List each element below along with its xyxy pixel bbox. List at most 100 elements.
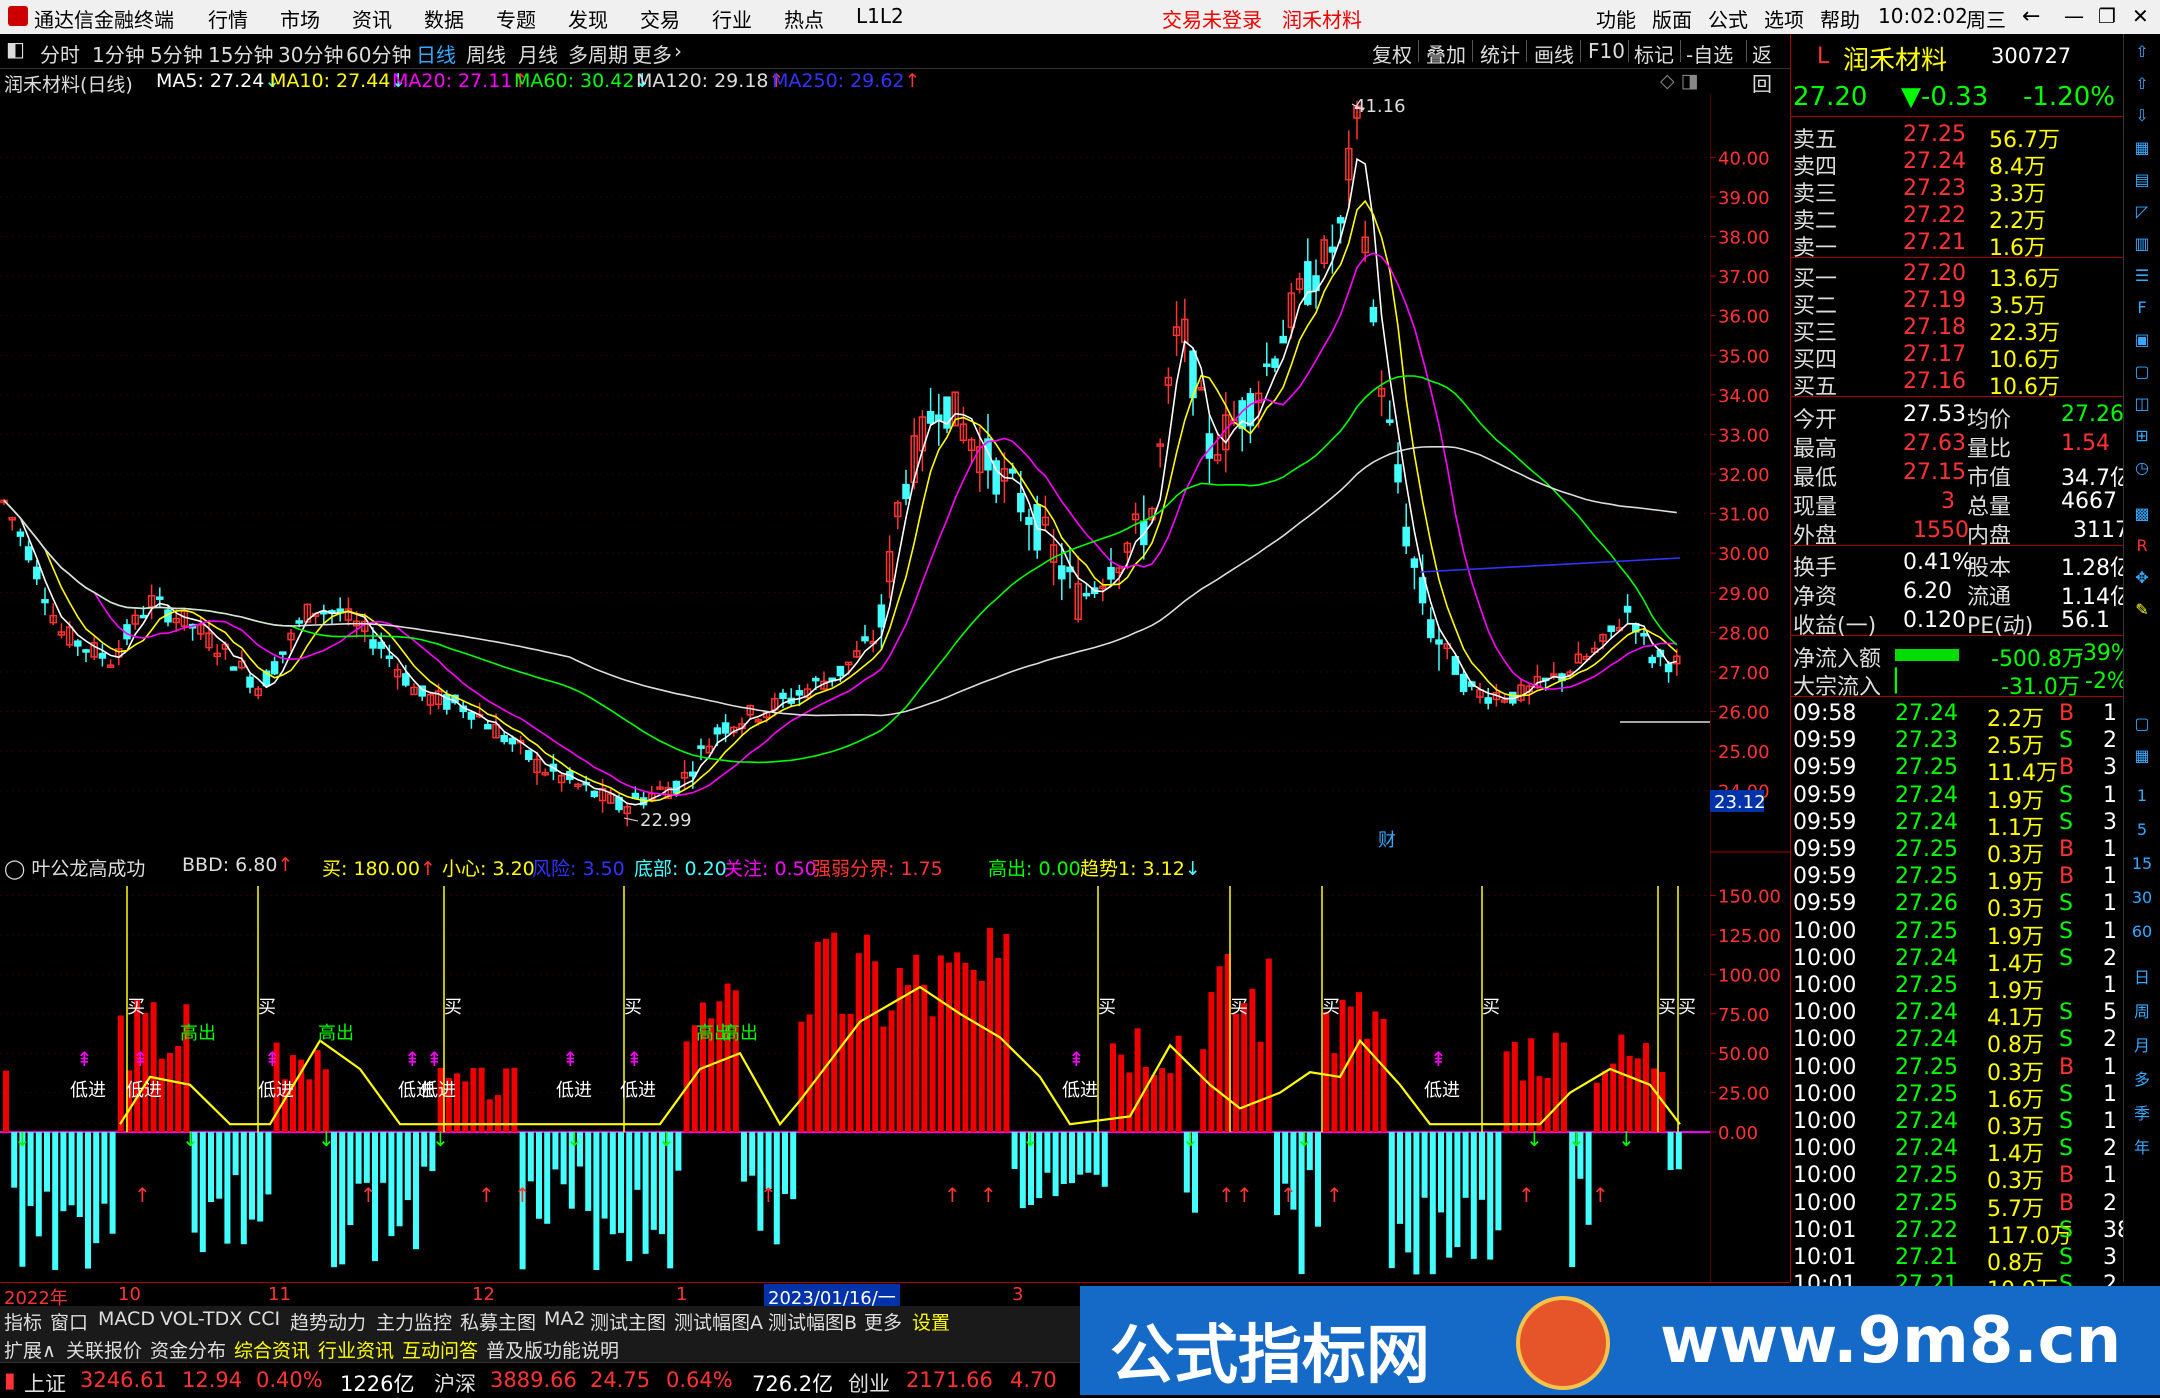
period-min-5[interactable]: 5 — [2128, 820, 2156, 846]
overlay-button[interactable]: 叠加 — [1426, 39, 1466, 68]
tab-more[interactable]: 更多 — [864, 1308, 902, 1335]
tf-daily[interactable]: 日线 — [416, 39, 456, 68]
menu-item-options[interactable]: 选项 — [1764, 4, 1804, 33]
draw-button[interactable]: 画线 — [1534, 39, 1574, 68]
tab-cci[interactable]: CCI — [248, 1308, 280, 1330]
index-sh-name[interactable]: 上证 — [24, 1368, 66, 1398]
tab-test-sub-a[interactable]: 测试幅图A — [674, 1308, 763, 1335]
menu-item-news[interactable]: 资讯 — [352, 4, 392, 33]
tab-qa[interactable]: 互动问答 — [402, 1336, 478, 1363]
tf-multi[interactable]: 多周期 — [568, 39, 628, 68]
tf-monthly[interactable]: 月线 — [518, 39, 558, 68]
page-icon[interactable]: ▢ — [2128, 362, 2156, 388]
menu-item-formula[interactable]: 公式 — [1708, 4, 1748, 33]
tab-fund-distribution[interactable]: 资金分布 — [150, 1336, 226, 1363]
adjust-button[interactable]: 复权 — [1372, 39, 1412, 68]
f10-button[interactable]: F10 — [1588, 39, 1625, 63]
fs-icon[interactable]: ◫ — [2128, 394, 2156, 420]
menu-item-function[interactable]: 功能 — [1596, 4, 1636, 33]
tf-1min[interactable]: 1分钟 — [92, 39, 145, 68]
tab-indicator[interactable]: 指标 — [4, 1308, 42, 1335]
minimize-icon[interactable]: — — [2064, 4, 2084, 28]
tab-trend-power[interactable]: 趋势动力 — [290, 1308, 366, 1335]
candlestick-chart[interactable]: 41.16 22.99 财 — [0, 94, 1710, 854]
shape-icon[interactable]: ▦ — [2128, 746, 2156, 772]
period-button[interactable]: 多 — [2128, 1066, 2156, 1092]
tf-more[interactable]: 更多 — [632, 39, 672, 68]
rsi-icon[interactable]: R — [2128, 536, 2156, 562]
close-icon[interactable]: ✕ — [2132, 4, 2149, 28]
tab-private-main[interactable]: 私募主图 — [460, 1308, 536, 1335]
back-arrow-icon[interactable]: ← — [2022, 4, 2040, 29]
stats-button[interactable]: 统计 — [1480, 39, 1520, 68]
bookmark-icon[interactable]: ▦ — [2128, 138, 2156, 164]
tf-5min[interactable]: 5分钟 — [150, 39, 203, 68]
f10-icon[interactable]: F — [2128, 298, 2156, 324]
line-chart-icon[interactable]: ◸ — [2128, 202, 2156, 228]
menu-item-industry[interactable]: 行业 — [712, 4, 752, 33]
doc-icon[interactable]: ▣ — [2128, 330, 2156, 356]
menu-item-trade[interactable]: 交易 — [640, 4, 680, 33]
move-icon[interactable]: ✥ — [2128, 568, 2156, 594]
period-button[interactable]: 月 — [2128, 1032, 2156, 1058]
menu-item-hot[interactable]: 热点 — [784, 4, 824, 33]
index-hs-name[interactable]: 沪深 — [434, 1368, 476, 1398]
menu-item-topics[interactable]: 专题 — [496, 4, 536, 33]
stats-icon[interactable]: ▩ — [2128, 504, 2156, 530]
menu-item-discover[interactable]: 发现 — [568, 4, 608, 33]
period-button[interactable]: 日 — [2128, 964, 2156, 990]
period-button[interactable]: 周 — [2128, 998, 2156, 1024]
mark-button[interactable]: 标记 — [1634, 39, 1674, 68]
fold-icon[interactable]: ◧ — [6, 37, 25, 61]
candle-icon[interactable]: ▥ — [2128, 234, 2156, 260]
tf-weekly[interactable]: 周线 — [466, 39, 506, 68]
tab-main-monitor[interactable]: 主力监控 — [376, 1308, 452, 1335]
period-min-1[interactable]: 1 — [2128, 786, 2156, 812]
period-min-30[interactable]: 30 — [2128, 888, 2156, 914]
tab-settings[interactable]: 设置 — [912, 1308, 950, 1335]
menu-item-help[interactable]: 帮助 — [1820, 4, 1860, 33]
down-icon[interactable]: ⇩ — [2128, 106, 2156, 132]
tab-expand[interactable]: 扩展∧ — [4, 1336, 56, 1363]
period-button[interactable]: 年 — [2128, 1134, 2156, 1160]
menu-item-quotes[interactable]: 行情 — [208, 4, 248, 33]
tab-edition-info[interactable]: 普及版功能说明 — [486, 1336, 619, 1363]
menu-item-layout[interactable]: 版面 — [1652, 4, 1692, 33]
nav-icon[interactable]: ⇧ — [2128, 74, 2156, 100]
grid-icon[interactable]: ⊞ — [2128, 426, 2156, 452]
tf-30min[interactable]: 30分钟 — [278, 39, 343, 68]
return-button[interactable]: 返回 — [1752, 39, 1790, 97]
tab-industry-news[interactable]: 行业资讯 — [318, 1336, 394, 1363]
tab-window[interactable]: 窗口 — [50, 1308, 88, 1335]
tab-test-sub-b[interactable]: 测试幅图B — [768, 1308, 857, 1335]
period-min-60[interactable]: 60 — [2128, 922, 2156, 948]
clock-icon[interactable]: ◷ — [2128, 458, 2156, 484]
table-icon[interactable]: ▤ — [2128, 170, 2156, 196]
financial-report-marker[interactable]: 财 — [1378, 830, 1396, 851]
period-button[interactable]: 季 — [2128, 1100, 2156, 1126]
indicator-chart[interactable]: 买买买买买买买买买买高出 高出 高出高出低进⇞低进⇞低进⇞低进⇞低进⇞低进⇞低进⇞低… — [0, 856, 1710, 1282]
menu-item-market[interactable]: 市场 — [280, 4, 320, 33]
menu-item-l1l2[interactable]: L1L2 — [856, 4, 904, 28]
list-icon[interactable]: ☰ — [2128, 266, 2156, 292]
menu-item-data[interactable]: 数据 — [424, 4, 464, 33]
chart-settings-icon[interactable]: ◇ ◨ — [1660, 70, 1699, 92]
tab-news[interactable]: 综合资讯 — [234, 1336, 310, 1363]
period-min-15[interactable]: 15 — [2128, 854, 2156, 880]
tf-60min[interactable]: 60分钟 — [346, 39, 411, 68]
fs2-icon[interactable]: ▢ — [2128, 714, 2156, 740]
trade-login-status[interactable]: 交易未登录 — [1162, 4, 1262, 33]
maximize-icon[interactable]: ❐ — [2098, 4, 2116, 28]
tab-vol-tdx[interactable]: VOL-TDX — [160, 1308, 242, 1330]
pen-icon[interactable]: ✎ — [2128, 600, 2156, 626]
tab-ma2[interactable]: MA2 — [544, 1308, 585, 1330]
tick-row-cell: 10:01 — [1793, 1217, 1857, 1243]
tab-macd[interactable]: MACD — [98, 1308, 155, 1330]
index-cy-name[interactable]: 创业 — [848, 1368, 890, 1398]
tab-test-main[interactable]: 测试主图 — [590, 1308, 666, 1335]
up-icon[interactable]: ⇧ — [2128, 42, 2156, 68]
remove-favorite-button[interactable]: -自选 — [1686, 39, 1733, 68]
tf-15min[interactable]: 15分钟 — [208, 39, 273, 68]
tf-intraday[interactable]: 分时 — [40, 39, 80, 68]
tab-related-quotes[interactable]: 关联报价 — [66, 1336, 142, 1363]
